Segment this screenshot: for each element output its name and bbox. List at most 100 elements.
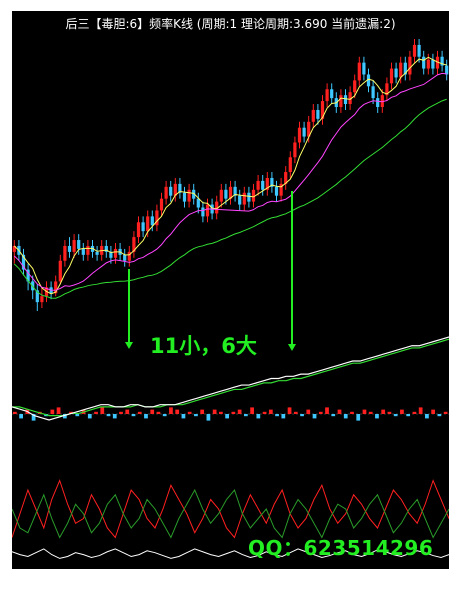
histogram-bar	[331, 414, 336, 417]
histogram-bar	[19, 414, 23, 419]
candle-body	[146, 216, 150, 232]
candle-body	[431, 59, 435, 69]
candle-body	[77, 240, 81, 249]
candle-body	[394, 68, 398, 78]
histogram-bar	[181, 414, 186, 419]
histogram-bar	[381, 409, 386, 414]
candle-body	[311, 109, 315, 122]
candle-body	[330, 89, 334, 99]
candle-body	[113, 248, 118, 258]
candle-body	[201, 207, 205, 217]
histogram-bar	[325, 407, 329, 414]
histogram-bar	[393, 414, 398, 417]
candle-body	[164, 186, 168, 199]
candle-body	[417, 44, 421, 57]
histogram-bar	[437, 414, 442, 417]
candle-body	[325, 89, 329, 102]
histogram-bar	[131, 414, 136, 417]
histogram-bar	[200, 409, 205, 414]
candle-body	[353, 80, 357, 93]
histogram-bar	[206, 414, 211, 421]
histogram-bar	[418, 407, 423, 414]
histogram-bar	[94, 411, 98, 414]
histogram-bar	[231, 411, 236, 414]
histogram-bar	[368, 411, 373, 414]
candle-body	[67, 245, 72, 252]
histogram-bar	[243, 414, 248, 417]
histogram-bar	[13, 411, 17, 414]
candle-body	[316, 109, 320, 119]
price-panel	[12, 39, 449, 311]
candle-body	[86, 245, 90, 255]
histogram-bar	[156, 411, 161, 414]
candle-body	[58, 260, 62, 282]
histogram-bar	[175, 409, 180, 414]
candle-body	[376, 98, 380, 107]
candle-body	[40, 296, 44, 303]
candle-body	[81, 248, 85, 255]
candle-body	[63, 245, 67, 261]
histogram-bar	[406, 414, 411, 417]
candle-body	[72, 240, 76, 252]
histogram-bar	[256, 414, 261, 419]
candle-body	[256, 180, 260, 190]
candle-body	[247, 192, 251, 202]
cycle-annotation: 11小，6大	[150, 334, 257, 358]
arrow-annotations	[125, 191, 296, 351]
candle-body	[169, 186, 173, 196]
qq-contact-text: QQ：623514296	[248, 536, 434, 560]
histogram-bar	[312, 414, 317, 419]
chart-frame: 后三【毒胆:6】频率K线 (周期:1 理论周期:3.690 当前遗漏:2) 11…	[0, 0, 466, 589]
histogram-bar	[425, 414, 429, 419]
candle-body	[141, 222, 145, 232]
histogram-bar	[268, 409, 273, 414]
candle-body	[242, 192, 246, 205]
histogram-bar	[106, 414, 111, 417]
histogram-bar	[250, 407, 254, 414]
candle-body	[261, 180, 265, 190]
candle-body	[408, 56, 412, 75]
histogram-bar	[56, 407, 61, 414]
candle-body	[150, 216, 154, 226]
candle-body	[205, 204, 210, 217]
candle-body	[136, 222, 141, 238]
down-arrow-head	[288, 344, 296, 351]
candle-body	[399, 62, 403, 78]
candle-body	[288, 157, 292, 173]
histogram-bar	[300, 414, 304, 417]
histogram-bar	[237, 409, 242, 414]
histogram-bar	[169, 407, 173, 414]
down-arrow-head	[125, 342, 133, 349]
candle-body	[219, 189, 223, 202]
histogram-bar	[362, 409, 367, 414]
candle-body	[371, 86, 375, 99]
histogram-bar	[412, 411, 417, 414]
candle-body	[389, 68, 394, 84]
candle-body	[426, 59, 430, 69]
candle-body	[196, 198, 200, 208]
histogram-bar	[356, 414, 361, 421]
histogram-bar	[350, 411, 354, 414]
candle-body	[445, 65, 449, 75]
candle-body	[412, 44, 417, 57]
candle-body	[343, 95, 348, 105]
candle-body	[182, 192, 187, 202]
histogram-bar	[275, 414, 279, 417]
histogram-bar	[343, 414, 348, 419]
candle-body	[339, 95, 343, 107]
histogram-bar	[150, 409, 155, 414]
histogram-bar	[387, 411, 392, 414]
candle-body	[297, 127, 302, 143]
candle-body	[238, 195, 242, 205]
candle-body	[293, 142, 297, 158]
histogram-bar	[112, 414, 117, 419]
histogram-bar	[306, 409, 311, 414]
histogram-bar	[293, 411, 298, 414]
histogram-bar	[144, 414, 148, 419]
histogram-bar	[287, 407, 292, 414]
kline-chart-panel: 后三【毒胆:6】频率K线 (周期:1 理论周期:3.690 当前遗漏:2) 11…	[12, 11, 449, 569]
histogram-bar	[162, 414, 167, 417]
histogram-bar	[431, 409, 436, 414]
candle-body	[422, 56, 426, 69]
histogram-bar	[318, 411, 323, 414]
